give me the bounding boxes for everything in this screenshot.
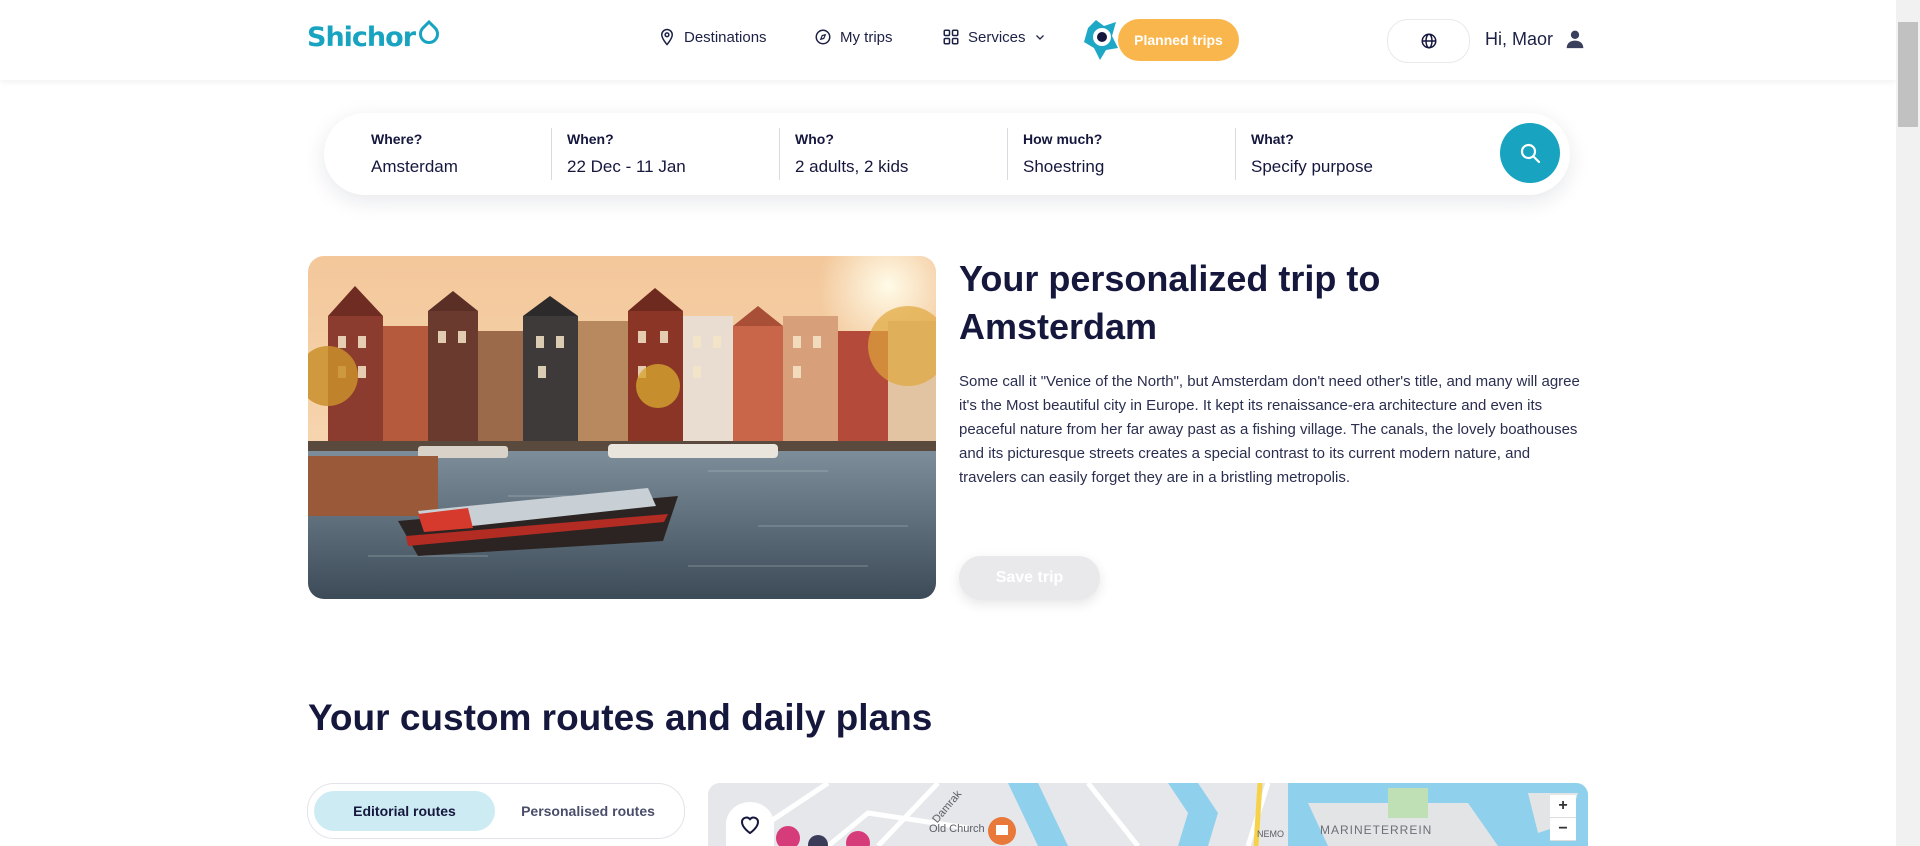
who-field[interactable]: Who? 2 adults, 2 kids <box>795 131 908 177</box>
favorite-button[interactable] <box>726 802 774 846</box>
map-pin-icon <box>660 28 674 46</box>
nav-services[interactable]: Services <box>942 28 1046 46</box>
nav-destinations[interactable]: Destinations <box>658 28 767 46</box>
greeting-text: Hi, Maor <box>1485 28 1554 49</box>
zoom-out-button[interactable]: − <box>1550 818 1576 841</box>
field-divider <box>551 128 552 180</box>
trip-description: Some call it "Venice of the North", but … <box>959 373 1580 486</box>
grid-icon <box>943 29 959 45</box>
map-tiles <box>708 783 1588 846</box>
tab-editorial-routes[interactable]: Editorial routes <box>314 791 495 831</box>
tab-personalised-routes[interactable]: Personalised routes <box>498 791 678 831</box>
user-icon <box>1566 30 1584 49</box>
heart-icon <box>740 816 760 835</box>
planned-trips-button[interactable]: Planned trips <box>1118 19 1239 61</box>
mascot-icon <box>1084 20 1118 60</box>
top-navbar: Shichor Destinations My trips Services P… <box>0 0 1896 80</box>
route-map[interactable]: Damrak Old Church NEMO MARINETERREIN + − <box>708 783 1588 846</box>
when-label: When? <box>567 131 614 147</box>
search-icon <box>1520 143 1541 164</box>
field-divider <box>1007 128 1008 180</box>
nav-my-trips-label: My trips <box>840 28 893 46</box>
logo-drop-icon <box>414 19 444 49</box>
user-menu[interactable]: Hi, Maor <box>1485 28 1585 50</box>
where-value: Amsterdam <box>371 157 458 176</box>
map-label-nemo: NEMO <box>1257 829 1284 839</box>
logo[interactable]: Shichor <box>307 19 444 53</box>
search-button[interactable] <box>1500 123 1560 183</box>
field-divider <box>779 128 780 180</box>
save-trip-button[interactable]: Save trip <box>959 556 1100 600</box>
map-label-old-church: Old Church <box>929 823 985 835</box>
where-label: Where? <box>371 131 423 147</box>
zoom-in-button[interactable]: + <box>1550 795 1576 818</box>
route-type-tabs: Editorial routes Personalised routes <box>307 783 685 839</box>
how-much-field[interactable]: How much? Shoestring <box>1023 131 1104 177</box>
field-divider <box>1235 128 1236 180</box>
what-value: Specify purpose <box>1251 157 1373 176</box>
when-field[interactable]: When? 22 Dec - 11 Jan <box>567 131 686 177</box>
compass-icon <box>815 29 831 45</box>
who-label: Who? <box>795 131 834 147</box>
when-value: 22 Dec - 11 Jan <box>567 157 686 176</box>
canal-illustration <box>308 256 936 599</box>
routes-section-title: Your custom routes and daily plans <box>308 697 933 738</box>
amsterdam-hero-image <box>308 256 936 599</box>
language-button[interactable] <box>1387 19 1470 63</box>
how-much-value: Shoestring <box>1023 157 1105 176</box>
how-much-label: How much? <box>1023 131 1103 147</box>
nav-destinations-label: Destinations <box>684 28 767 46</box>
nav-my-trips[interactable]: My trips <box>814 28 893 46</box>
who-value: 2 adults, 2 kids <box>795 157 909 176</box>
scrollbar-thumb[interactable] <box>1898 22 1918 127</box>
chevron-down-icon <box>1035 35 1044 40</box>
trip-search-bar: Where? Amsterdam When? 22 Dec - 11 Jan W… <box>324 113 1570 195</box>
trip-title: Your personalized trip to Amsterdam <box>959 258 1381 347</box>
nav-services-label: Services <box>968 28 1026 46</box>
what-label: What? <box>1251 131 1294 147</box>
what-field[interactable]: What? Specify purpose <box>1251 131 1373 177</box>
globe-icon <box>1421 33 1436 49</box>
where-field[interactable]: Where? Amsterdam <box>371 131 458 177</box>
map-label-marineterrein: MARINETERREIN <box>1320 823 1433 837</box>
